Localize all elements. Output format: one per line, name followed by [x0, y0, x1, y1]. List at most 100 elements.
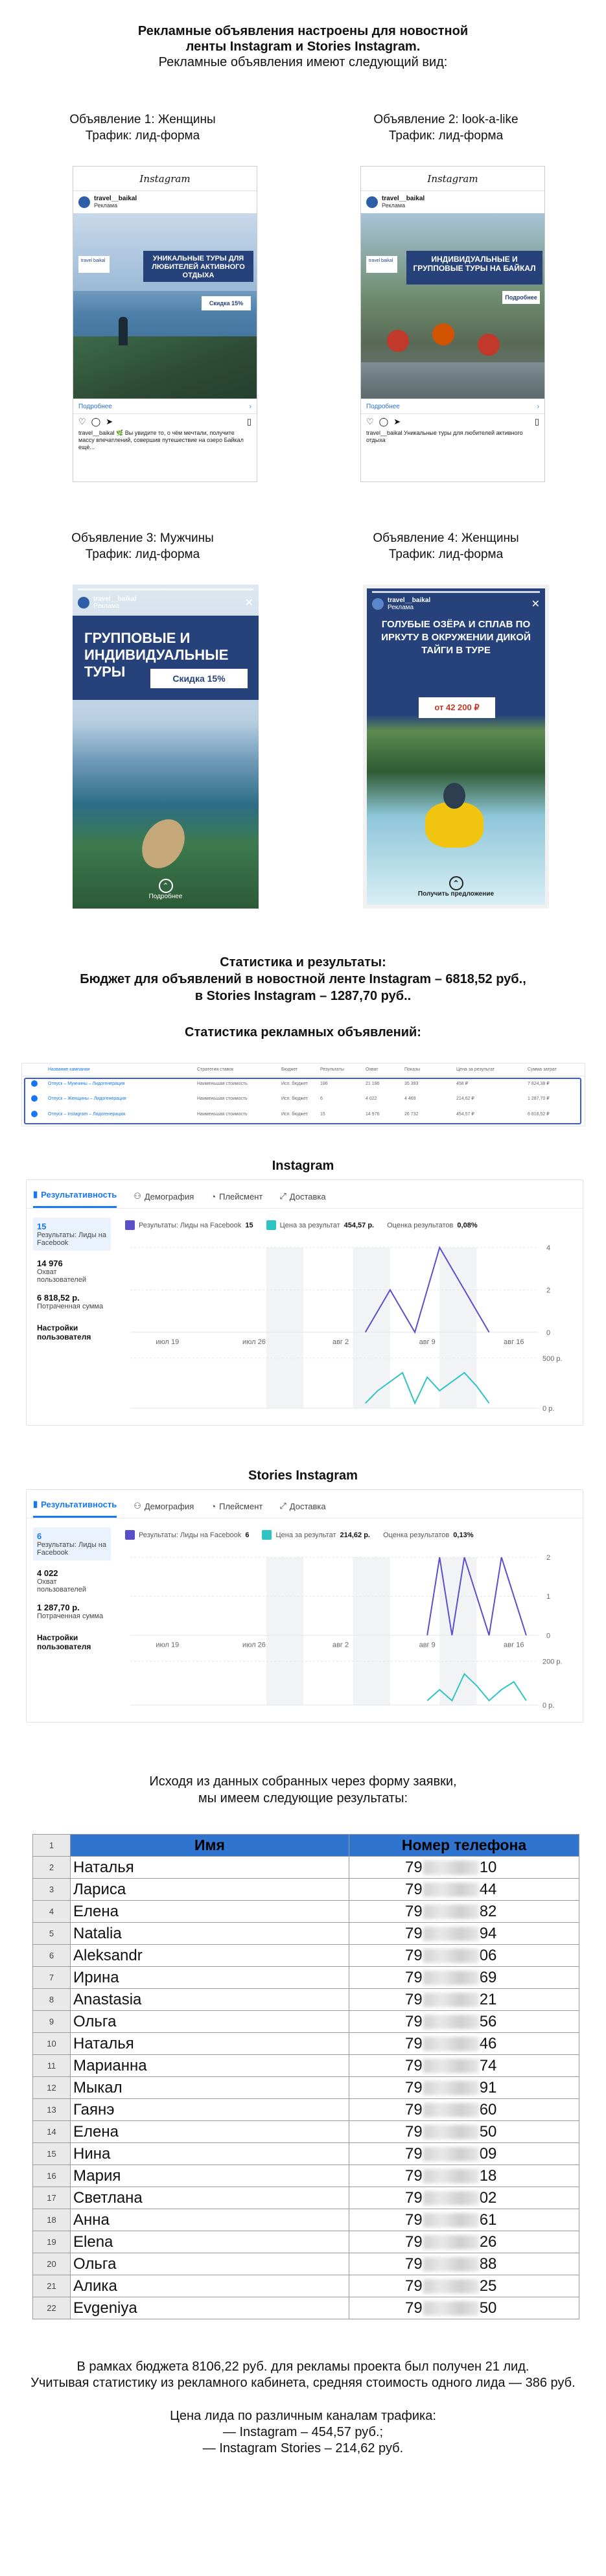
insta-title: Instagram	[272, 1159, 334, 1173]
lead-name: Светлана	[70, 2187, 349, 2209]
table-row[interactable]: Отпуск – Женщины – Лидогенерация Наимень…	[22, 1091, 585, 1106]
tab-placement[interactable]: ◔ Плейсмент	[211, 1502, 262, 1518]
tab-results[interactable]: ▮ Результативность	[33, 1499, 117, 1518]
insta-panel: ▮ Результативность ⚇ Демография ◔ Плейсмент…	[26, 1179, 583, 1426]
y-tick-label: 200 р.	[542, 1658, 563, 1665]
row-number: 7	[32, 1966, 71, 1989]
table-row[interactable]: Отпуск – Instagram – Лидогенерация Наиме…	[22, 1106, 585, 1122]
redacted-digits	[423, 1993, 479, 2008]
redacted-digits	[423, 2235, 479, 2250]
user-settings-link[interactable]: Настройки пользователя	[33, 1319, 111, 1345]
row-number: 1	[32, 1834, 71, 1857]
discount-badge: Скидка 15%	[150, 669, 248, 688]
y-tick-label: 0	[546, 1632, 550, 1640]
ad3-traffic: Трафик: лид-форма	[85, 548, 200, 561]
lead-name: Ольга	[70, 2010, 349, 2033]
table-row[interactable]: Отпуск – Мужчины – Лидогенерация Наимень…	[22, 1076, 585, 1091]
placement-icon: ◔	[211, 1192, 216, 1201]
ad4-banner: ГОЛУБЫЕ ОЗЁРА И СПЛАВ ПО ИРКУТУ В ОКРУЖЕ…	[381, 619, 531, 656]
status-dot	[31, 1095, 38, 1102]
metric-reach[interactable]: 4 022 Охват пользователей	[33, 1564, 111, 1597]
lead-phone: 79 21	[349, 1988, 579, 2011]
cta[interactable]: ⌃ Подробнее	[73, 875, 259, 909]
people-icon: ⚇	[134, 1501, 141, 1511]
share-icon[interactable]: ➤	[106, 417, 113, 427]
stats-subheading: Статистика рекламных объявлений:	[185, 1025, 421, 1039]
stories-panel: ▮ Результативность ⚇ Демография ◔ Плейсмент…	[26, 1489, 583, 1723]
weekend-band	[353, 1557, 390, 1705]
redacted-digits	[423, 2125, 479, 2140]
redacted-digits	[423, 1971, 479, 1986]
table-row: 21 Алика 79 25	[32, 2275, 579, 2297]
table-row: 4 Елена 79 82	[32, 1900, 579, 1923]
lead-name: Гаянэ	[70, 2098, 349, 2121]
campaign-table: Название кампании Стратегия ставок Бюдже…	[21, 1063, 585, 1126]
y-tick-label: 2	[546, 1554, 550, 1562]
heart-icon[interactable]: ♡	[78, 417, 86, 427]
lead-phone: 79 82	[349, 1900, 579, 1923]
redacted-digits	[423, 2059, 479, 2074]
redacted-digits	[423, 1905, 479, 1920]
lead-phone: 79 56	[349, 2010, 579, 2033]
tab-demography[interactable]: ⚇ Демография	[134, 1191, 194, 1208]
tab-demography[interactable]: ⚇ Демография	[134, 1501, 194, 1518]
lead-phone: 79 61	[349, 2209, 579, 2231]
redacted-digits	[423, 2015, 479, 2030]
table-row: 7 Ирина 79 69	[32, 1966, 579, 1989]
metric-reach[interactable]: 14 976 Охват пользователей	[33, 1255, 111, 1288]
account-name: travel__baikal	[94, 195, 137, 202]
summary-line2: Учитывая статистику из рекламного кабине…	[30, 2376, 576, 2390]
chevron-right-icon: ›	[249, 402, 251, 410]
row-number: 17	[32, 2187, 71, 2209]
metric-results[interactable]: 15 Результаты: Лиды на Facebook	[33, 1218, 111, 1251]
x-tick-label: авг 9	[419, 1338, 436, 1346]
intro-line3: Рекламные объявления имеют следующий вид…	[158, 55, 448, 69]
chart-legend: Результаты: Лиды на Facebook 15 Цена за р…	[125, 1220, 478, 1230]
redacted-digits	[423, 1949, 479, 1964]
lead-phone: 79 60	[349, 2098, 579, 2121]
tab-placement[interactable]: ◔ Плейсмент	[211, 1192, 262, 1208]
logo-box: travel baikal	[78, 256, 110, 273]
row-number: 15	[32, 2142, 71, 2165]
share-icon[interactable]: ➤	[393, 417, 401, 427]
ad1-preview: Instagram travel__baikal Реклама travel b…	[73, 166, 257, 482]
x-tick-label: авг 16	[504, 1338, 524, 1346]
leads-intro-line2: мы имеем следующие результаты:	[198, 1791, 408, 1805]
tab-delivery[interactable]: ⤢ Доставка	[279, 1501, 325, 1518]
chevron-up-icon: ⌃	[449, 876, 463, 890]
lead-name: Ольга	[70, 2253, 349, 2275]
tab-results[interactable]: ▮ Результативность	[33, 1189, 117, 1208]
instagram-logo: Instagram	[361, 167, 544, 191]
more-link[interactable]: Подробнее ›	[361, 399, 544, 414]
close-icon[interactable]: ✕	[531, 598, 540, 610]
more-link[interactable]: Подробнее ›	[73, 399, 257, 414]
cta[interactable]: ⌃ Получить предложение	[367, 872, 545, 905]
metric-spend[interactable]: 1 287,70 р. Потраченная сумма	[33, 1599, 111, 1624]
ad1-title: Объявление 1: Женщины	[69, 113, 216, 126]
redacted-digits	[423, 2279, 479, 2294]
lead-phone: 79 10	[349, 1856, 579, 1879]
close-icon[interactable]: ✕	[245, 596, 253, 609]
redacted-digits	[423, 2213, 479, 2228]
table-row: 12 Мыкал 79 91	[32, 2076, 579, 2099]
lead-phone: 79 50	[349, 2120, 579, 2143]
legend-swatch-cpr	[262, 1530, 272, 1540]
comment-icon[interactable]: ◯	[91, 417, 101, 427]
user-settings-link[interactable]: Настройки пользователя	[33, 1629, 111, 1655]
row-number: 4	[32, 1900, 71, 1923]
metric-spend[interactable]: 6 818,52 р. Потраченная сумма	[33, 1289, 111, 1314]
raft	[425, 802, 484, 848]
bookmark-icon[interactable]: ▯	[535, 417, 539, 427]
heart-icon[interactable]: ♡	[366, 417, 374, 427]
metric-results[interactable]: 6 Результаты: Лиды на Facebook	[33, 1527, 111, 1561]
ad2-title: Объявление 2: look-a-like	[373, 113, 519, 126]
comment-icon[interactable]: ◯	[379, 417, 389, 427]
ad3-story: travel__baikal Реклама ✕ ГРУППОВЫЕ И ИНДИ…	[73, 585, 259, 909]
bookmark-icon[interactable]: ▯	[247, 417, 251, 427]
sponsored-label: Реклама	[388, 604, 414, 611]
table-row: 13 Гаянэ 79 60	[32, 2098, 579, 2121]
ad3-caption: Объявление 3: Мужчины Трафик: лид-форма	[26, 530, 259, 563]
tab-delivery[interactable]: ⤢ Доставка	[279, 1191, 325, 1208]
story-progress	[78, 588, 253, 590]
sponsored-label: Реклама	[93, 603, 120, 610]
